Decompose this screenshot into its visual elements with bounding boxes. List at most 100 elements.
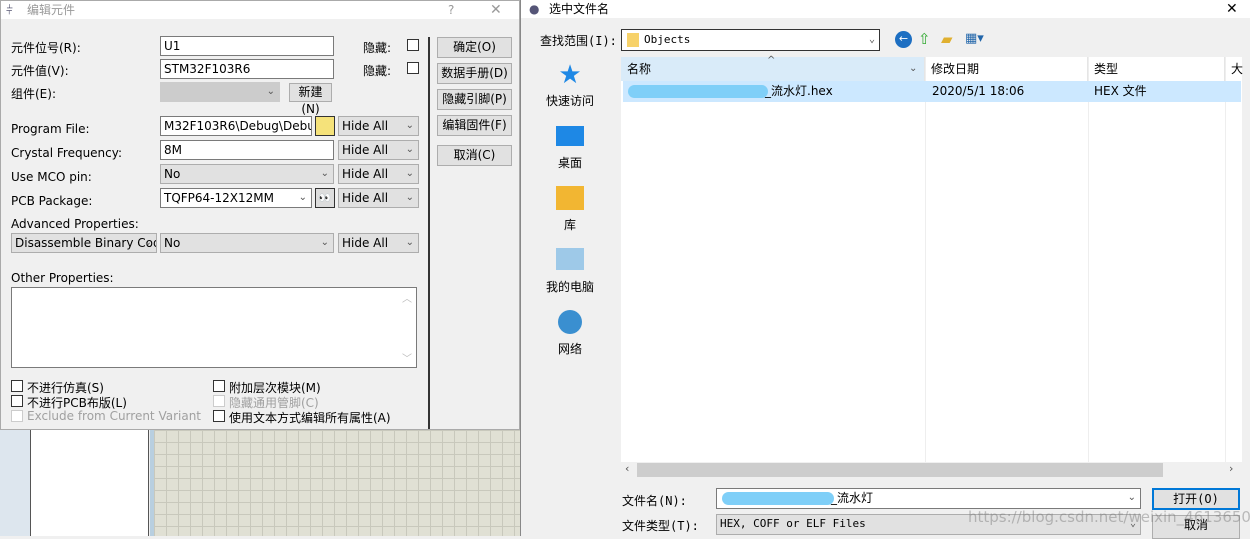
view-menu-icon[interactable]: ▦▾ bbox=[965, 31, 984, 46]
vertical-separator bbox=[428, 37, 430, 429]
no-sim-checkbox[interactable] bbox=[11, 380, 23, 392]
new-button[interactable]: 新建(N) bbox=[289, 83, 332, 116]
cancel-button[interactable]: 取消(C) bbox=[437, 145, 512, 166]
pcb-value: TQFP64-12X12MM bbox=[164, 191, 274, 205]
look-in-label: 查找范围(I): bbox=[540, 34, 617, 48]
crystal-input[interactable]: 8M bbox=[160, 140, 334, 160]
advanced-value-select[interactable]: No ⌄ bbox=[160, 233, 334, 253]
hide-all-value: Hide All bbox=[342, 119, 389, 133]
chevron-down-icon[interactable]: ⌄ bbox=[909, 57, 917, 81]
place-library[interactable]: 库 bbox=[520, 186, 620, 233]
file-row[interactable]: _流水灯.hex 2020/5/1 18:06 HEX 文件 bbox=[623, 81, 1241, 102]
crystal-label: Crystal Frequency: bbox=[11, 146, 123, 160]
edit-component-dialog: ⫩ 编辑元件 ? ✕ 元件位号(R): U1 隐藏: 元件值(V): STM32… bbox=[0, 0, 520, 430]
mco-label: Use MCO pin: bbox=[11, 170, 92, 184]
advanced-label: Advanced Properties: bbox=[11, 217, 139, 231]
program-visibility-select[interactable]: Hide All ⌄ bbox=[338, 116, 419, 136]
place-label: 网络 bbox=[557, 342, 582, 356]
close-icon[interactable]: ✕ bbox=[1226, 0, 1238, 18]
datasheet-button[interactable]: 数据手册(D) bbox=[437, 63, 512, 84]
program-file-input[interactable]: M32F103R6\Debug\Debug.elf bbox=[160, 116, 312, 136]
edit-text-label: 使用文本方式编辑所有属性(A) bbox=[229, 411, 391, 425]
hide-ref-checkbox[interactable] bbox=[407, 39, 419, 51]
new-folder-icon[interactable]: ▰ bbox=[941, 30, 953, 48]
place-my-computer[interactable]: 我的电脑 bbox=[520, 248, 620, 295]
chevron-down-icon: ⌄ bbox=[868, 34, 875, 45]
scroll-right-icon[interactable]: › bbox=[1229, 462, 1233, 475]
desktop-icon bbox=[556, 126, 584, 146]
folder-icon bbox=[627, 33, 639, 47]
sidebar-strip bbox=[0, 430, 30, 536]
scroll-down-icon[interactable]: ﹀ bbox=[402, 350, 412, 365]
chevron-down-icon: ⌄ bbox=[405, 144, 414, 155]
schematic-canvas[interactable] bbox=[154, 430, 520, 536]
edit-firmware-button[interactable]: 编辑固件(F) bbox=[437, 115, 512, 136]
redacted-mark bbox=[628, 85, 768, 98]
look-in-value: Objects bbox=[644, 33, 691, 46]
horizontal-scrollbar[interactable]: ‹ › bbox=[621, 462, 1242, 478]
column-header-date[interactable]: 修改日期 bbox=[925, 57, 1088, 81]
help-button[interactable]: ? bbox=[448, 1, 454, 19]
place-label: 快速访问 bbox=[545, 94, 594, 108]
filetype-value: HEX, COFF or ELF Files bbox=[720, 517, 866, 530]
binoculars-icon[interactable]: 👀 bbox=[315, 188, 335, 208]
advanced-prop-value: Disassemble Binary Code bbox=[15, 236, 157, 250]
scroll-left-icon[interactable]: ‹ bbox=[625, 462, 629, 475]
ref-input[interactable]: U1 bbox=[160, 36, 334, 56]
column-label: 类型 bbox=[1094, 62, 1119, 76]
folder-browse-icon[interactable] bbox=[315, 116, 335, 136]
close-icon[interactable]: ✕ bbox=[490, 1, 502, 19]
hide-pins-button[interactable]: 隐藏引脚(P) bbox=[437, 89, 512, 110]
ref-label: 元件位号(R): bbox=[11, 41, 81, 55]
pcb-combo[interactable]: TQFP64-12X12MM ⌄ bbox=[160, 188, 312, 208]
crystal-visibility-select[interactable]: Hide All ⌄ bbox=[338, 140, 419, 160]
place-desktop[interactable]: 桌面 bbox=[520, 126, 620, 171]
program-file-label: Program File: bbox=[11, 122, 90, 136]
title-bar: ⫩ 编辑元件 ? ✕ bbox=[1, 1, 519, 19]
hide-value-checkbox[interactable] bbox=[407, 62, 419, 74]
no-pcb-checkbox[interactable] bbox=[11, 395, 23, 407]
column-divider bbox=[925, 57, 926, 463]
advanced-visibility-select[interactable]: Hide All ⌄ bbox=[338, 233, 419, 253]
hide-all-value: Hide All bbox=[342, 143, 389, 157]
library-icon bbox=[556, 186, 584, 210]
advanced-value: No bbox=[164, 236, 181, 250]
other-properties-textarea[interactable]: ︿ ﹀ bbox=[11, 287, 417, 368]
open-button[interactable]: 打开(O) bbox=[1152, 488, 1240, 510]
component-icon: ⫩ bbox=[6, 3, 13, 17]
chevron-down-icon: ⌄ bbox=[320, 237, 329, 248]
place-quick-access[interactable]: ★ 快速访问 bbox=[520, 62, 620, 109]
attach-hier-checkbox[interactable] bbox=[213, 380, 225, 392]
advanced-property-select[interactable]: Disassemble Binary Code ⌄ bbox=[11, 233, 157, 253]
scrollbar-thumb[interactable] bbox=[637, 463, 1163, 477]
pcb-visibility-select[interactable]: Hide All ⌄ bbox=[338, 188, 419, 208]
ok-button[interactable]: 确定(O) bbox=[437, 37, 512, 58]
column-header-name[interactable]: 名称 ^ ⌄ bbox=[621, 55, 925, 81]
column-header-type[interactable]: 类型 bbox=[1088, 57, 1225, 81]
pcb-label: PCB Package: bbox=[11, 194, 93, 208]
chevron-down-icon: ⌄ bbox=[1127, 492, 1136, 503]
filename-input[interactable]: _流水灯 ⌄ bbox=[716, 488, 1141, 509]
scroll-up-icon[interactable]: ︿ bbox=[402, 290, 412, 305]
mco-select[interactable]: No ⌄ bbox=[160, 164, 334, 184]
chevron-down-icon: ⌄ bbox=[298, 192, 307, 203]
column-header-size[interactable]: 大 bbox=[1225, 57, 1243, 81]
column-label: 名称 bbox=[627, 62, 652, 76]
look-in-select[interactable]: Objects ⌄ bbox=[621, 29, 880, 51]
edit-text-checkbox[interactable] bbox=[213, 410, 225, 422]
chevron-down-icon: ⌄ bbox=[320, 168, 329, 179]
group-select: ⌄ bbox=[160, 82, 280, 102]
group-label: 组件(E): bbox=[11, 87, 56, 101]
chevron-down-icon: ⌄ bbox=[405, 120, 414, 131]
hide-common-checkbox bbox=[213, 395, 225, 407]
file-list[interactable] bbox=[621, 57, 1242, 463]
value-input[interactable]: STM32F103R6 bbox=[160, 59, 334, 79]
exclude-variant-checkbox bbox=[11, 410, 23, 422]
back-icon[interactable]: ← bbox=[895, 31, 912, 48]
dialog-title: 编辑元件 bbox=[27, 3, 76, 17]
file-type: HEX 文件 bbox=[1094, 84, 1147, 98]
mco-visibility-select[interactable]: Hide All ⌄ bbox=[338, 164, 419, 184]
place-network[interactable]: 网络 bbox=[520, 310, 620, 357]
up-folder-icon[interactable]: ⇧ bbox=[918, 30, 931, 48]
column-label: 修改日期 bbox=[931, 62, 980, 76]
